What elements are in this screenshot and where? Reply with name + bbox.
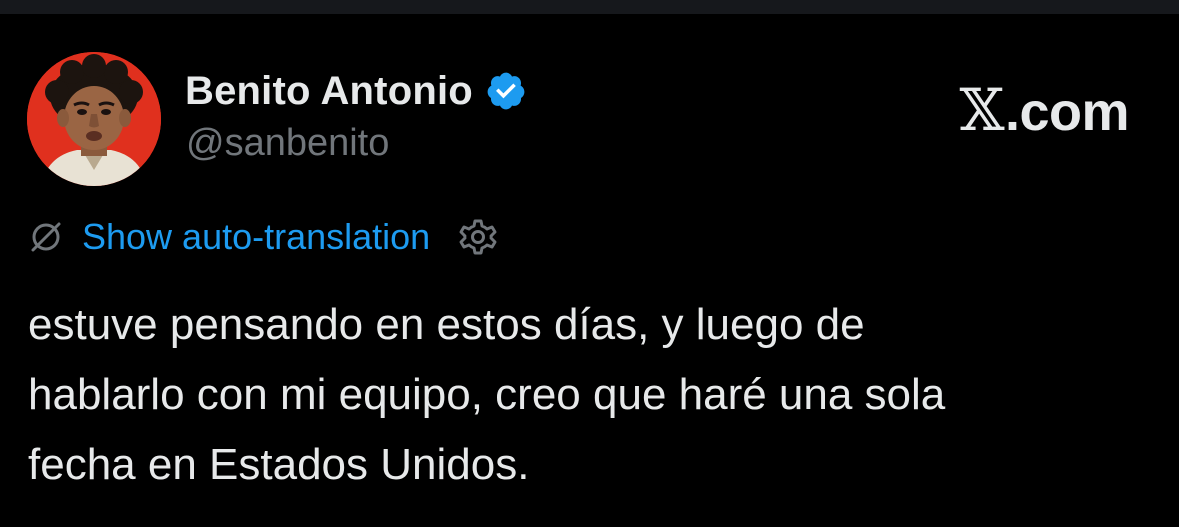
translation-bar: Show auto-translation xyxy=(28,214,498,260)
tweet-line: fecha en Estados Unidos. xyxy=(28,440,530,489)
brand-logo: 𝕏.com xyxy=(959,76,1129,144)
show-auto-translation-link[interactable]: Show auto-translation xyxy=(82,216,430,258)
x-logo-icon: 𝕏 xyxy=(959,76,1004,144)
author-display-name[interactable]: Benito Antonio xyxy=(185,69,473,114)
author-name-row: Benito Antonio xyxy=(185,66,527,116)
author-avatar[interactable] xyxy=(27,52,161,186)
tweet-card: Benito Antonio @sanbenito 𝕏.com Show aut… xyxy=(0,14,1179,527)
tweet-line: hablarlo con mi equipo, creo que haré un… xyxy=(28,370,946,419)
tweet-line: estuve pensando en estos días, y luego d… xyxy=(28,300,865,349)
verified-badge-icon xyxy=(487,72,525,110)
tweet-body: estuve pensando en estos días, y luego d… xyxy=(28,290,1148,500)
brand-domain: .com xyxy=(1004,82,1130,142)
gear-icon[interactable] xyxy=(458,217,498,257)
no-translate-icon xyxy=(31,222,61,252)
author-handle[interactable]: @sanbenito xyxy=(186,122,389,165)
top-strip xyxy=(0,0,1179,14)
profile-photo-icon xyxy=(27,52,161,186)
